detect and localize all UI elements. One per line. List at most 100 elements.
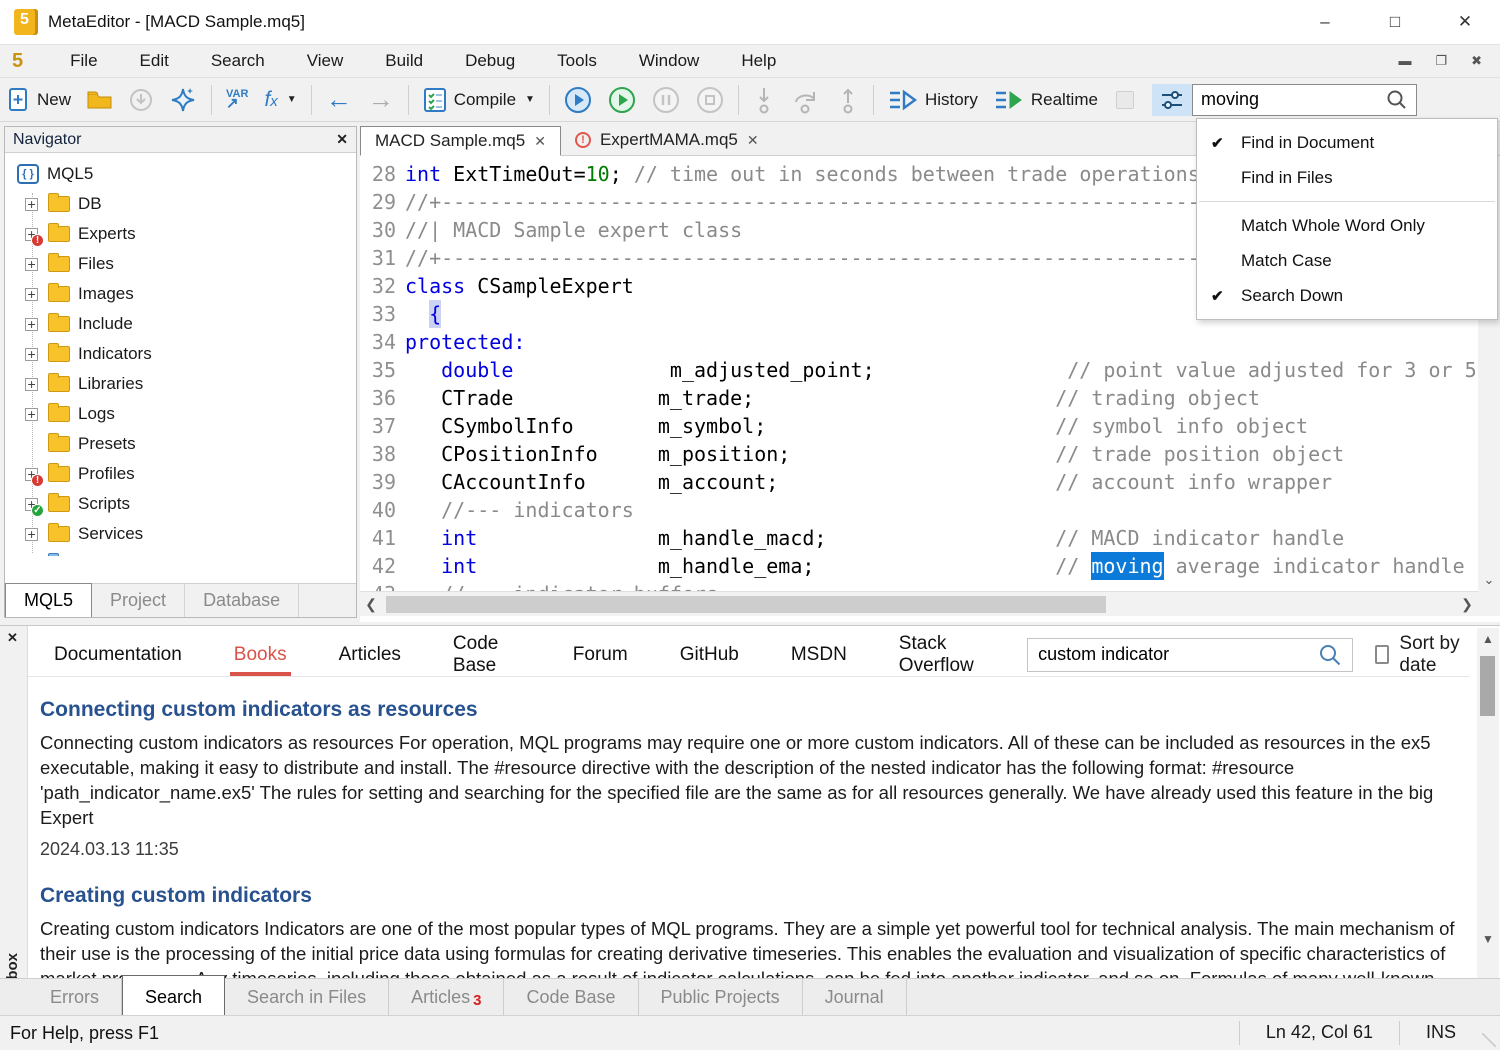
- close-button[interactable]: ✕: [1430, 0, 1500, 44]
- toolbox-tab-forum[interactable]: Forum: [547, 633, 654, 676]
- tree-item-profiles[interactable]: !Profiles: [5, 459, 356, 489]
- tree-item-logs[interactable]: Logs: [5, 399, 356, 429]
- tree-item-services[interactable]: Services: [5, 519, 356, 549]
- search-result-item[interactable]: Connecting custom indicators as resource…: [40, 698, 1460, 860]
- search-menu-item-find-in-files[interactable]: Find in Files: [1197, 160, 1497, 195]
- navigator-tab-project[interactable]: Project: [92, 584, 185, 617]
- tree-item-db[interactable]: DB: [5, 189, 356, 219]
- mdi-minimize-button[interactable]: ▬: [1398, 53, 1411, 69]
- toolbox-tab-msdn[interactable]: MSDN: [765, 633, 873, 676]
- copilot-button[interactable]: [161, 82, 205, 118]
- expand-plus-icon[interactable]: [25, 198, 38, 211]
- functions-button[interactable]: fx ▼: [256, 82, 304, 118]
- history-button[interactable]: History: [880, 82, 986, 118]
- menu-window[interactable]: Window: [618, 45, 720, 77]
- toolbox-tab-stack-overflow[interactable]: Stack Overflow: [873, 633, 1017, 676]
- toolbox-scroll-up-icon[interactable]: ▲: [1477, 632, 1499, 646]
- expand-plus-icon[interactable]: [25, 288, 38, 301]
- result-title[interactable]: Connecting custom indicators as resource…: [40, 698, 1460, 722]
- toolbar-search-field[interactable]: [1192, 84, 1417, 116]
- toolbox-tab-code-base[interactable]: Code Base: [427, 633, 547, 676]
- tree-item-shared-projects[interactable]: Shared Projects: [5, 549, 356, 556]
- mdi-restore-button[interactable]: ❐: [1435, 53, 1447, 69]
- toolbox-bottom-tab-search[interactable]: Search: [122, 975, 225, 1015]
- tree-item-indicators[interactable]: Indicators: [5, 339, 356, 369]
- expand-plus-icon[interactable]: [25, 378, 38, 391]
- toolbox-bottom-tab-public-projects[interactable]: Public Projects: [639, 979, 803, 1015]
- toolbox-tab-github[interactable]: GitHub: [654, 633, 765, 676]
- minimize-button[interactable]: –: [1290, 0, 1360, 44]
- new-button[interactable]: New: [0, 82, 79, 118]
- scroll-down-icon[interactable]: ⌄: [1478, 572, 1500, 588]
- toolbox-tab-books[interactable]: Books: [208, 633, 313, 676]
- step-out-button[interactable]: [829, 82, 867, 118]
- step-over-button[interactable]: [783, 82, 829, 118]
- step-into-button[interactable]: [745, 82, 783, 118]
- expand-plus-icon[interactable]: [25, 318, 38, 331]
- menu-build[interactable]: Build: [364, 45, 444, 77]
- toolbar-search-input[interactable]: [1201, 89, 1381, 110]
- tree-item-images[interactable]: Images: [5, 279, 356, 309]
- mdi-close-button[interactable]: ✖: [1471, 53, 1482, 69]
- variables-button[interactable]: VAR↗: [218, 82, 256, 118]
- toolbox-vscroll-thumb[interactable]: [1480, 656, 1495, 716]
- editor-tab-expertmama-mq5[interactable]: !ExpertMAMA.mq5✕: [561, 125, 773, 155]
- realtime-button[interactable]: Realtime: [986, 82, 1106, 118]
- compile-dropdown-caret[interactable]: ▼: [525, 94, 535, 105]
- expand-plus-icon[interactable]: [25, 408, 38, 421]
- menu-debug[interactable]: Debug: [444, 45, 536, 77]
- toolbox-bottom-tab-search-in-files[interactable]: Search in Files: [225, 979, 389, 1015]
- tree-item-scripts[interactable]: ✓Scripts: [5, 489, 356, 519]
- search-menu-item-find-in-document[interactable]: Find in Document✔: [1197, 125, 1497, 160]
- toolbox-bottom-tab-journal[interactable]: Journal: [803, 979, 907, 1015]
- toolbox-tab-documentation[interactable]: Documentation: [28, 633, 208, 676]
- expand-plus-icon[interactable]: [25, 258, 38, 271]
- result-title[interactable]: Creating custom indicators: [40, 884, 1460, 908]
- toolbox-scroll-down-icon[interactable]: ▼: [1477, 932, 1499, 946]
- search-menu-item-search-down[interactable]: Search Down✔: [1197, 278, 1497, 313]
- menu-view[interactable]: View: [286, 45, 365, 77]
- hscroll-thumb[interactable]: [386, 596, 1106, 613]
- resize-grip[interactable]: [1482, 1033, 1496, 1047]
- editor-horizontal-scrollbar[interactable]: ❮ ❯: [360, 591, 1478, 616]
- menu-file[interactable]: File: [49, 45, 118, 77]
- scroll-left-icon[interactable]: ❮: [360, 596, 382, 613]
- toolbox-close-icon[interactable]: ✕: [7, 630, 18, 646]
- expand-plus-icon[interactable]: [25, 348, 38, 361]
- stop-button[interactable]: [688, 82, 732, 118]
- scroll-right-icon[interactable]: ❯: [1456, 596, 1478, 613]
- tree-root-mql5[interactable]: { }MQL5: [5, 159, 356, 189]
- search-menu-item-match-whole-word-only[interactable]: Match Whole Word Only: [1197, 208, 1497, 243]
- save-version-button[interactable]: [121, 82, 161, 118]
- editor-tab-macd-sample-mq5[interactable]: MACD Sample.mq5✕: [360, 126, 561, 156]
- search-result-item[interactable]: Creating custom indicatorsCreating custo…: [40, 884, 1460, 979]
- tree-item-libraries[interactable]: Libraries: [5, 369, 356, 399]
- sort-by-date-checkbox[interactable]: [1375, 645, 1389, 664]
- navigator-close-icon[interactable]: ✕: [336, 131, 348, 148]
- compile-button[interactable]: Compile ▼: [415, 82, 543, 118]
- tree-item-presets[interactable]: Presets: [5, 429, 356, 459]
- tree-item-experts[interactable]: !Experts: [5, 219, 356, 249]
- navigator-tab-mql5[interactable]: MQL5: [5, 583, 92, 617]
- navigate-back-button[interactable]: ←: [318, 82, 360, 118]
- expand-plus-icon[interactable]: [25, 528, 38, 541]
- navigator-tab-database[interactable]: Database: [185, 584, 299, 617]
- start-debug-button[interactable]: [556, 82, 600, 118]
- menu-tools[interactable]: Tools: [536, 45, 618, 77]
- toolbox-search-field[interactable]: [1027, 638, 1353, 672]
- search-options-button[interactable]: [1152, 84, 1192, 116]
- tree-item-include[interactable]: Include: [5, 309, 356, 339]
- menu-search[interactable]: Search: [190, 45, 286, 77]
- toolbox-bottom-tab-articles[interactable]: Articles3: [389, 979, 504, 1015]
- maximize-button[interactable]: □: [1360, 0, 1430, 44]
- tree-item-files[interactable]: Files: [5, 249, 356, 279]
- layout-toggle-button[interactable]: [1116, 91, 1134, 109]
- fx-dropdown-caret[interactable]: ▼: [287, 94, 297, 105]
- tab-close-icon[interactable]: ✕: [534, 133, 546, 150]
- run-button[interactable]: [600, 82, 644, 118]
- tab-close-icon[interactable]: ✕: [747, 132, 759, 149]
- pause-button[interactable]: [644, 82, 688, 118]
- open-button[interactable]: [79, 82, 121, 118]
- toolbox-tab-articles[interactable]: Articles: [313, 633, 427, 676]
- toolbox-vertical-scrollbar[interactable]: ▲ ▼: [1477, 628, 1499, 980]
